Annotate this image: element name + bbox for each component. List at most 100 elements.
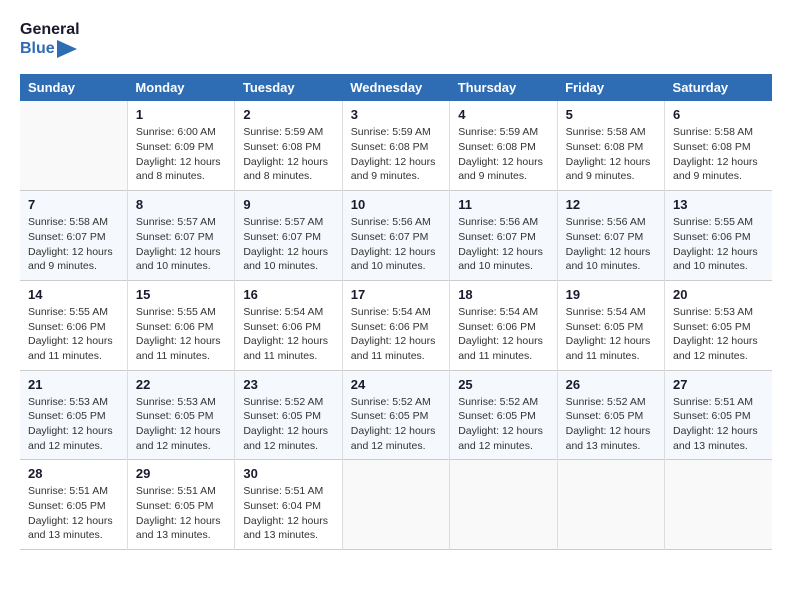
day-number: 22 [136, 377, 226, 392]
col-header-friday: Friday [557, 74, 664, 101]
calendar-cell: 25Sunrise: 5:52 AMSunset: 6:05 PMDayligh… [450, 370, 557, 460]
day-number: 9 [243, 197, 333, 212]
calendar-cell: 10 Sunrise: 5:56 AMSunset: 6:07 PMDayligh… [342, 191, 449, 281]
day-info: Sunrise: 5:53 AMSunset: 6:05 PMDaylight:… [136, 395, 226, 454]
day-info: Sunrise: 5:56 AMSunset: 6:07 PMDaylight:… [566, 215, 656, 274]
day-info: Sunrise: 5:57 AMSunset: 6:07 PMDaylight:… [136, 215, 226, 274]
week-row-2: 7 Sunrise: 5:58 AMSunset: 6:07 PMDaylight… [20, 191, 772, 281]
day-number: 21 [28, 377, 119, 392]
calendar-cell [20, 101, 127, 190]
calendar-cell: 9 Sunrise: 5:57 AMSunset: 6:07 PMDaylight… [235, 191, 342, 281]
calendar-cell: 23 Sunrise: 5:52 AMSunset: 6:05 PMDayligh… [235, 370, 342, 460]
day-info: Sunrise: 5:58 AMSunset: 6:08 PMDaylight:… [566, 125, 656, 184]
calendar-cell: 24Sunrise: 5:52 AMSunset: 6:05 PMDayligh… [342, 370, 449, 460]
day-number: 13 [673, 197, 764, 212]
day-number: 23 [243, 377, 333, 392]
day-info: Sunrise: 5:59 AMSunset: 6:08 PMDaylight:… [351, 125, 441, 184]
calendar-cell: 14 Sunrise: 5:55 AMSunset: 6:06 PMDayligh… [20, 280, 127, 370]
day-info: Sunrise: 5:52 AMSunset: 6:05 PMDaylight:… [243, 395, 333, 454]
calendar-cell: 26 Sunrise: 5:52 AMSunset: 6:05 PMDayligh… [557, 370, 664, 460]
calendar-cell: 27 Sunrise: 5:51 AMSunset: 6:05 PMDayligh… [665, 370, 772, 460]
logo-general: General [20, 20, 80, 39]
calendar-cell [665, 460, 772, 550]
col-header-saturday: Saturday [665, 74, 772, 101]
logo-blue: Blue [20, 39, 55, 58]
col-header-wednesday: Wednesday [342, 74, 449, 101]
day-number: 4 [458, 107, 548, 122]
week-row-5: 28 Sunrise: 5:51 AMSunset: 6:05 PMDayligh… [20, 460, 772, 550]
calendar-cell: 18 Sunrise: 5:54 AMSunset: 6:06 PMDayligh… [450, 280, 557, 370]
day-info: Sunrise: 5:53 AMSunset: 6:05 PMDaylight:… [28, 395, 119, 454]
day-info: Sunrise: 5:53 AMSunset: 6:05 PMDaylight:… [673, 305, 764, 364]
day-number: 19 [566, 287, 656, 302]
calendar-cell: 4 Sunrise: 5:59 AMSunset: 6:08 PMDaylight… [450, 101, 557, 190]
day-info: Sunrise: 5:55 AMSunset: 6:06 PMDaylight:… [136, 305, 226, 364]
day-number: 2 [243, 107, 333, 122]
day-number: 27 [673, 377, 764, 392]
day-number: 15 [136, 287, 226, 302]
calendar-cell: 19 Sunrise: 5:54 AMSunset: 6:05 PMDayligh… [557, 280, 664, 370]
calendar-cell: 1 Sunrise: 6:00 AMSunset: 6:09 PMDaylight… [127, 101, 234, 190]
day-number: 20 [673, 287, 764, 302]
day-number: 16 [243, 287, 333, 302]
day-info: Sunrise: 5:52 AMSunset: 6:05 PMDaylight:… [566, 395, 656, 454]
day-number: 25 [458, 377, 548, 392]
day-number: 12 [566, 197, 656, 212]
day-info: Sunrise: 5:54 AMSunset: 6:05 PMDaylight:… [566, 305, 656, 364]
calendar-cell: 17Sunrise: 5:54 AMSunset: 6:06 PMDayligh… [342, 280, 449, 370]
logo: General Blue [20, 20, 80, 58]
calendar-cell: 16 Sunrise: 5:54 AMSunset: 6:06 PMDayligh… [235, 280, 342, 370]
header-row: SundayMondayTuesdayWednesdayThursdayFrid… [20, 74, 772, 101]
day-info: Sunrise: 5:55 AMSunset: 6:06 PMDaylight:… [28, 305, 119, 364]
calendar-cell: 8Sunrise: 5:57 AMSunset: 6:07 PMDaylight… [127, 191, 234, 281]
day-info: Sunrise: 5:56 AMSunset: 6:07 PMDaylight:… [458, 215, 548, 274]
calendar-cell: 15 Sunrise: 5:55 AMSunset: 6:06 PMDayligh… [127, 280, 234, 370]
day-info: Sunrise: 5:59 AMSunset: 6:08 PMDaylight:… [243, 125, 333, 184]
day-info: Sunrise: 5:55 AMSunset: 6:06 PMDaylight:… [673, 215, 764, 274]
week-row-4: 21 Sunrise: 5:53 AMSunset: 6:05 PMDayligh… [20, 370, 772, 460]
day-number: 29 [136, 466, 226, 481]
day-info: Sunrise: 5:56 AMSunset: 6:07 PMDaylight:… [351, 215, 441, 274]
day-info: Sunrise: 5:51 AMSunset: 6:04 PMDaylight:… [243, 484, 333, 543]
day-number: 18 [458, 287, 548, 302]
day-info: Sunrise: 6:00 AMSunset: 6:09 PMDaylight:… [136, 125, 226, 184]
col-header-thursday: Thursday [450, 74, 557, 101]
calendar-cell: 12 Sunrise: 5:56 AMSunset: 6:07 PMDayligh… [557, 191, 664, 281]
day-info: Sunrise: 5:54 AMSunset: 6:06 PMDaylight:… [243, 305, 333, 364]
col-header-sunday: Sunday [20, 74, 127, 101]
day-info: Sunrise: 5:57 AMSunset: 6:07 PMDaylight:… [243, 215, 333, 274]
calendar-cell: 3 Sunrise: 5:59 AMSunset: 6:08 PMDaylight… [342, 101, 449, 190]
calendar-cell: 28 Sunrise: 5:51 AMSunset: 6:05 PMDayligh… [20, 460, 127, 550]
day-number: 17 [351, 287, 441, 302]
day-number: 28 [28, 466, 119, 481]
calendar-cell: 20 Sunrise: 5:53 AMSunset: 6:05 PMDayligh… [665, 280, 772, 370]
col-header-tuesday: Tuesday [235, 74, 342, 101]
calendar-cell: 30 Sunrise: 5:51 AMSunset: 6:04 PMDayligh… [235, 460, 342, 550]
calendar-table: SundayMondayTuesdayWednesdayThursdayFrid… [20, 74, 772, 550]
calendar-cell: 7 Sunrise: 5:58 AMSunset: 6:07 PMDaylight… [20, 191, 127, 281]
day-info: Sunrise: 5:51 AMSunset: 6:05 PMDaylight:… [28, 484, 119, 543]
day-info: Sunrise: 5:51 AMSunset: 6:05 PMDaylight:… [673, 395, 764, 454]
day-number: 7 [28, 197, 119, 212]
calendar-cell [450, 460, 557, 550]
day-number: 26 [566, 377, 656, 392]
day-number: 3 [351, 107, 441, 122]
calendar-cell: 13 Sunrise: 5:55 AMSunset: 6:06 PMDayligh… [665, 191, 772, 281]
day-info: Sunrise: 5:51 AMSunset: 6:05 PMDaylight:… [136, 484, 226, 543]
day-info: Sunrise: 5:59 AMSunset: 6:08 PMDaylight:… [458, 125, 548, 184]
day-number: 5 [566, 107, 656, 122]
day-number: 1 [136, 107, 226, 122]
calendar-cell: 6Sunrise: 5:58 AMSunset: 6:08 PMDaylight… [665, 101, 772, 190]
header: General Blue [20, 20, 772, 58]
day-info: Sunrise: 5:54 AMSunset: 6:06 PMDaylight:… [458, 305, 548, 364]
calendar-cell: 11 Sunrise: 5:56 AMSunset: 6:07 PMDayligh… [450, 191, 557, 281]
calendar-cell: 21 Sunrise: 5:53 AMSunset: 6:05 PMDayligh… [20, 370, 127, 460]
col-header-monday: Monday [127, 74, 234, 101]
day-info: Sunrise: 5:58 AMSunset: 6:07 PMDaylight:… [28, 215, 119, 274]
day-number: 30 [243, 466, 333, 481]
calendar-cell [557, 460, 664, 550]
day-number: 11 [458, 197, 548, 212]
logo-arrow-icon [57, 40, 77, 58]
day-number: 14 [28, 287, 119, 302]
day-number: 10 [351, 197, 441, 212]
